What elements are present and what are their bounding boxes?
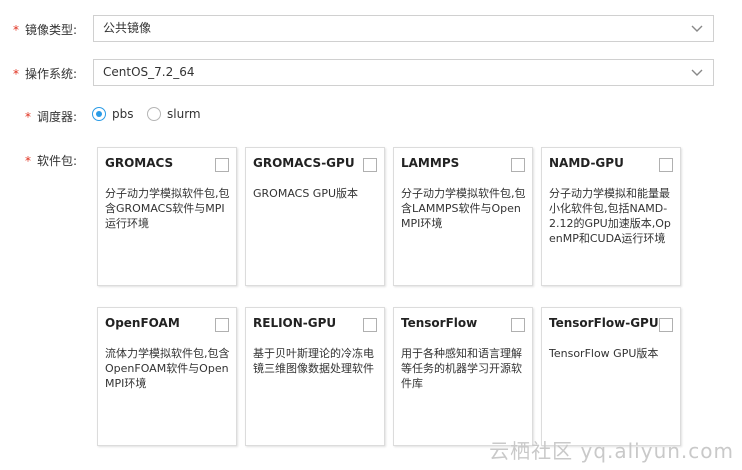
package-card-namd-gpu[interactable]: NAMD-GPU 分子动力学模拟和能量最小化软件包,包括NAMD-2.12的GP… [541, 147, 681, 286]
package-description: 分子动力学模拟软件包,包含GROMACS软件与MPI运行环境 [105, 187, 230, 230]
image-type-value: 公共镜像 [103, 21, 152, 35]
radio-pbs[interactable]: pbs [92, 107, 134, 121]
package-checkbox[interactable] [215, 318, 229, 332]
scheduler-label: 调度器: [37, 110, 78, 124]
package-description: 分子动力学模拟和能量最小化软件包,包括NAMD-2.12的GPU加速版本,Ope… [549, 187, 671, 245]
package-description: GROMACS GPU版本 [253, 187, 359, 200]
radio-slurm[interactable]: slurm [147, 107, 201, 121]
hpc-cluster-form: * 镜像类型: 公共镜像 * 操作系统: CentOS_7.2_64 * 调度器: p… [0, 0, 742, 470]
required-mark: * [25, 110, 31, 124]
package-checkbox[interactable] [659, 318, 673, 332]
required-mark: * [13, 23, 19, 37]
os-label: 操作系统: [25, 67, 78, 81]
package-title: OpenFOAM [105, 316, 180, 330]
required-mark: * [13, 67, 19, 81]
package-card-openfoam[interactable]: OpenFOAM 流体力学模拟软件包,包含OpenFOAM软件与OpenMPI环… [97, 307, 237, 446]
software-label-row: * 软件包: [25, 152, 77, 169]
image-type-select[interactable]: 公共镜像 [93, 15, 714, 42]
package-card-tensorflow-gpu[interactable]: TensorFlow-GPU TensorFlow GPU版本 [541, 307, 681, 446]
radio-pbs-indicator[interactable] [92, 107, 106, 121]
package-title: RELION-GPU [253, 316, 337, 330]
os-value: CentOS_7.2_64 [103, 65, 195, 79]
package-description: 分子动力学模拟软件包,包含LAMMPS软件与OpenMPI环境 [401, 187, 526, 230]
package-card-relion-gpu[interactable]: RELION-GPU 基于贝叶斯理论的冷冻电镜三维图像数据处理软件 [245, 307, 385, 446]
package-checkbox[interactable] [215, 158, 229, 172]
os-label-row: * 操作系统: [13, 65, 77, 82]
scheduler-label-row: * 调度器: [25, 108, 77, 125]
package-checkbox[interactable] [659, 158, 673, 172]
radio-slurm-label: slurm [167, 107, 201, 121]
package-title: NAMD-GPU [549, 156, 624, 170]
package-card-gromacs[interactable]: GROMACS 分子动力学模拟软件包,包含GROMACS软件与MPI运行环境 [97, 147, 237, 286]
package-card-lammps[interactable]: LAMMPS 分子动力学模拟软件包,包含LAMMPS软件与OpenMPI环境 [393, 147, 533, 286]
package-title: TensorFlow [401, 316, 478, 330]
package-title: GROMACS [105, 156, 174, 170]
package-description: 用于各种感知和语言理解等任务的机器学习开源软件库 [401, 347, 522, 390]
chevron-down-icon [691, 69, 703, 76]
package-checkbox[interactable] [363, 318, 377, 332]
radio-slurm-indicator[interactable] [147, 107, 161, 121]
software-label: 软件包: [37, 154, 78, 168]
radio-pbs-label: pbs [112, 107, 134, 121]
package-title: LAMMPS [401, 156, 460, 170]
package-checkbox[interactable] [511, 318, 525, 332]
watermark-text: 云栖社区 yq.aliyun.com [489, 439, 734, 463]
package-card-gromacs-gpu[interactable]: GROMACS-GPU GROMACS GPU版本 [245, 147, 385, 286]
package-checkbox[interactable] [363, 158, 377, 172]
package-title: TensorFlow-GPU [549, 316, 659, 330]
chevron-down-icon [691, 25, 703, 32]
package-description: 流体力学模拟软件包,包含OpenFOAM软件与OpenMPI环境 [105, 347, 230, 390]
package-description: 基于贝叶斯理论的冷冻电镜三维图像数据处理软件 [253, 347, 374, 375]
image-type-label: 镜像类型: [25, 23, 78, 37]
package-card-tensorflow[interactable]: TensorFlow 用于各种感知和语言理解等任务的机器学习开源软件库 [393, 307, 533, 446]
package-description: TensorFlow GPU版本 [549, 347, 659, 360]
package-checkbox[interactable] [511, 158, 525, 172]
image-type-label-row: * 镜像类型: [13, 21, 77, 38]
os-select[interactable]: CentOS_7.2_64 [93, 59, 714, 86]
package-title: GROMACS-GPU [253, 156, 355, 170]
required-mark: * [25, 154, 31, 168]
